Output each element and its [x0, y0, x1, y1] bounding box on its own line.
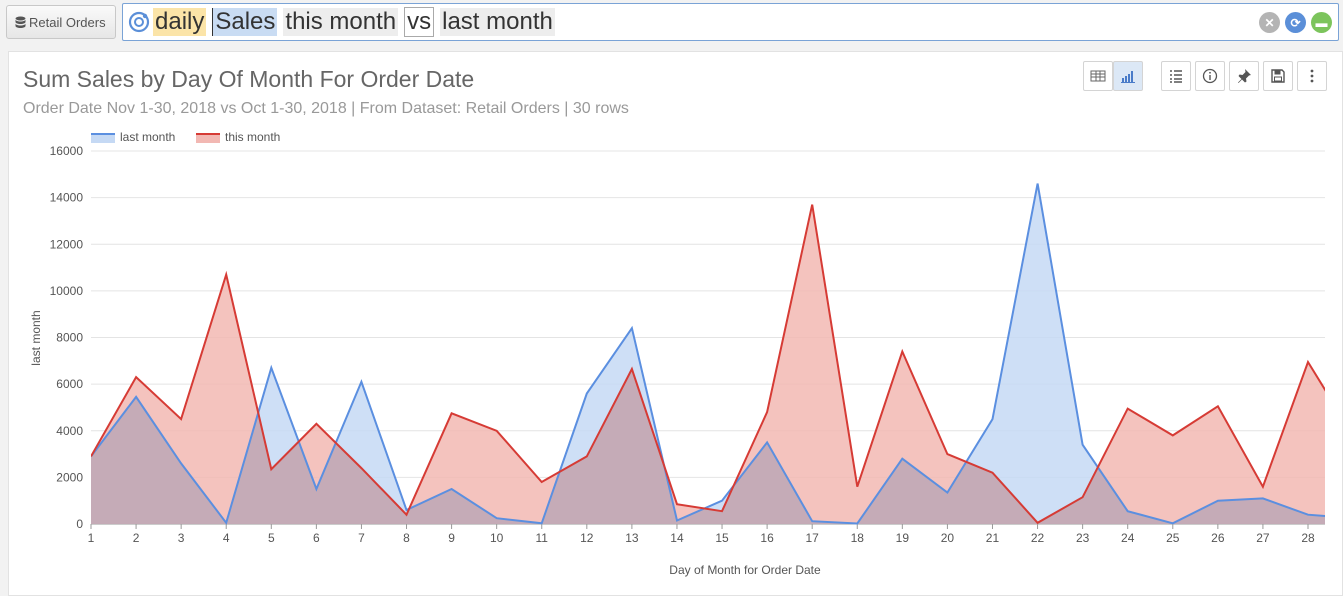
data-point-last-month[interactable]	[1260, 495, 1266, 501]
x-tick-label: 26	[1211, 531, 1225, 545]
data-point-this-month[interactable]	[1080, 494, 1086, 500]
x-tick-label: 28	[1301, 531, 1315, 545]
x-axis-label: Day of Month for Order Date	[669, 563, 821, 577]
x-tick-label: 13	[625, 531, 639, 545]
data-point-this-month[interactable]	[313, 421, 319, 427]
data-point-this-month[interactable]	[719, 508, 725, 514]
data-point-last-month[interactable]	[674, 518, 680, 524]
x-tick-label: 3	[178, 531, 185, 545]
plot-area	[88, 181, 1325, 527]
data-point-this-month[interactable]	[809, 202, 815, 208]
data-point-last-month[interactable]	[449, 486, 455, 492]
x-tick-label: 17	[806, 531, 820, 545]
data-point-last-month[interactable]	[1035, 181, 1041, 187]
data-point-this-month[interactable]	[539, 479, 545, 485]
data-point-this-month[interactable]	[854, 484, 860, 490]
data-point-this-month[interactable]	[629, 366, 635, 372]
data-point-last-month[interactable]	[629, 325, 635, 331]
x-tick-label: 5	[268, 531, 275, 545]
data-point-last-month[interactable]	[1080, 442, 1086, 448]
y-axis-label: last month	[29, 310, 43, 365]
data-point-this-month[interactable]	[1305, 359, 1311, 365]
y-tick-label: 12000	[50, 237, 84, 251]
x-tick-label: 4	[223, 531, 230, 545]
legend-label[interactable]: last month	[120, 130, 175, 144]
x-tick-label: 9	[448, 531, 455, 545]
data-point-last-month[interactable]	[539, 520, 545, 526]
data-point-this-month[interactable]	[584, 453, 590, 459]
x-tick-label: 25	[1166, 531, 1180, 545]
x-tick-label: 12	[580, 531, 594, 545]
x-tick-label: 14	[670, 531, 684, 545]
data-point-last-month[interactable]	[1170, 520, 1176, 526]
data-point-this-month[interactable]	[449, 410, 455, 416]
x-tick-label: 20	[941, 531, 955, 545]
y-tick-label: 0	[76, 517, 83, 531]
data-point-this-month[interactable]	[223, 272, 229, 278]
area-chart: 02000400060008000100001200014000160001 2 3…	[29, 130, 1325, 577]
y-tick-label: 8000	[56, 331, 83, 345]
y-tick-label: 10000	[50, 284, 84, 298]
data-point-last-month[interactable]	[1305, 512, 1311, 518]
data-point-this-month[interactable]	[404, 512, 410, 518]
y-tick-label: 4000	[56, 424, 83, 438]
x-tick-label: 11	[536, 531, 549, 545]
series-area-this-month	[91, 204, 1325, 524]
legend-label[interactable]: this month	[225, 130, 280, 144]
data-point-this-month[interactable]	[1215, 403, 1221, 409]
x-tick-label: 8	[403, 531, 410, 545]
x-tick-label: 15	[715, 531, 729, 545]
data-point-last-month[interactable]	[809, 518, 815, 524]
x-tick-label: 10	[490, 531, 504, 545]
data-point-last-month[interactable]	[133, 394, 139, 400]
data-point-last-month[interactable]	[178, 460, 184, 466]
data-point-last-month[interactable]	[313, 486, 319, 492]
data-point-this-month[interactable]	[989, 470, 995, 476]
data-point-last-month[interactable]	[854, 521, 860, 527]
y-tick-label: 14000	[50, 191, 84, 205]
data-point-this-month[interactable]	[944, 451, 950, 457]
data-point-this-month[interactable]	[1170, 432, 1176, 438]
x-tick-label: 2	[133, 531, 140, 545]
x-tick-label: 22	[1031, 531, 1045, 545]
x-tick-label: 23	[1076, 531, 1090, 545]
data-point-this-month[interactable]	[494, 428, 500, 434]
data-point-last-month[interactable]	[1215, 498, 1221, 504]
y-tick-label: 2000	[56, 470, 83, 484]
data-point-this-month[interactable]	[358, 465, 364, 471]
x-tick-label: 18	[851, 531, 865, 545]
data-point-this-month[interactable]	[1035, 520, 1041, 526]
data-point-last-month[interactable]	[899, 456, 905, 462]
data-point-this-month[interactable]	[764, 409, 770, 415]
x-tick-label: 16	[760, 531, 774, 545]
data-point-this-month[interactable]	[1125, 406, 1131, 412]
y-tick-label: 6000	[56, 377, 83, 391]
data-point-last-month[interactable]	[358, 379, 364, 385]
x-tick-label: 1	[88, 531, 95, 545]
x-tick-label: 27	[1256, 531, 1270, 545]
data-point-last-month[interactable]	[1125, 508, 1131, 514]
data-point-last-month[interactable]	[268, 365, 274, 371]
data-point-last-month[interactable]	[944, 490, 950, 496]
x-tick-label: 24	[1121, 531, 1135, 545]
data-point-this-month[interactable]	[674, 501, 680, 507]
x-tick-label: 21	[986, 531, 1000, 545]
x-tick-label: 7	[358, 531, 365, 545]
y-tick-label: 16000	[50, 144, 84, 158]
data-point-last-month[interactable]	[989, 416, 995, 422]
data-point-last-month[interactable]	[223, 520, 229, 526]
data-point-last-month[interactable]	[719, 498, 725, 504]
x-tick-label: 19	[896, 531, 910, 545]
data-point-last-month[interactable]	[764, 439, 770, 445]
data-point-this-month[interactable]	[268, 466, 274, 472]
data-point-this-month[interactable]	[133, 374, 139, 380]
data-point-this-month[interactable]	[88, 453, 94, 459]
data-point-last-month[interactable]	[494, 515, 500, 521]
x-tick-label: 6	[313, 531, 320, 545]
data-point-this-month[interactable]	[899, 348, 905, 354]
data-point-this-month[interactable]	[1260, 484, 1266, 490]
data-point-this-month[interactable]	[178, 416, 184, 422]
data-point-last-month[interactable]	[584, 390, 590, 396]
